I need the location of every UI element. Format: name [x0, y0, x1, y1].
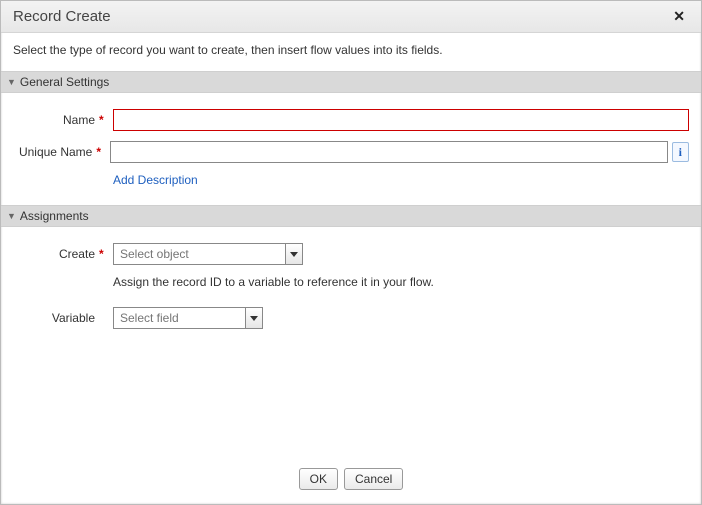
chevron-down-icon: ▼: [7, 211, 16, 221]
label-name: Name: [13, 113, 99, 127]
create-dropdown-button[interactable]: [285, 243, 303, 265]
row-unique-name: Unique Name * i: [13, 141, 689, 163]
info-icon[interactable]: i: [672, 142, 689, 162]
row-add-description: Add Description: [13, 173, 689, 187]
label-unique-name: Unique Name: [13, 145, 96, 159]
dialog-content: ▼ General Settings Name * Unique Name * …: [1, 71, 701, 458]
section-header-general-label: General Settings: [20, 75, 109, 89]
create-combobox[interactable]: [113, 243, 303, 265]
variable-dropdown-button[interactable]: [245, 307, 263, 329]
create-input[interactable]: [113, 243, 285, 265]
caret-down-icon: [290, 252, 298, 257]
close-icon[interactable]: ✕: [669, 8, 689, 25]
chevron-down-icon: ▼: [7, 77, 16, 87]
section-header-assignments[interactable]: ▼ Assignments: [1, 205, 701, 227]
name-input[interactable]: [113, 109, 689, 131]
label-create: Create: [13, 247, 99, 261]
required-marker: *: [99, 247, 109, 261]
assignments-helper-text: Assign the record ID to a variable to re…: [113, 275, 689, 289]
cancel-button[interactable]: Cancel: [344, 468, 403, 490]
section-body-assignments: Create * Assign the record ID to a varia…: [1, 227, 701, 347]
label-variable: Variable: [13, 311, 99, 325]
dialog-description: Select the type of record you want to cr…: [1, 33, 701, 71]
section-header-assignments-label: Assignments: [20, 209, 89, 223]
row-variable: Variable: [13, 307, 689, 329]
variable-input[interactable]: [113, 307, 245, 329]
required-marker: *: [96, 145, 106, 159]
titlebar: Record Create ✕: [1, 1, 701, 33]
dialog-title: Record Create: [13, 8, 111, 25]
row-create: Create *: [13, 243, 689, 265]
button-bar: OK Cancel: [1, 458, 701, 504]
row-name: Name *: [13, 109, 689, 131]
add-description-link[interactable]: Add Description: [113, 173, 198, 187]
caret-down-icon: [250, 316, 258, 321]
section-body-general: Name * Unique Name * i Add Description: [1, 93, 701, 205]
record-create-dialog: Record Create ✕ Select the type of recor…: [0, 0, 702, 505]
variable-combobox[interactable]: [113, 307, 263, 329]
section-header-general[interactable]: ▼ General Settings: [1, 71, 701, 93]
ok-button[interactable]: OK: [299, 468, 338, 490]
unique-name-input[interactable]: [110, 141, 668, 163]
required-marker: *: [99, 113, 109, 127]
